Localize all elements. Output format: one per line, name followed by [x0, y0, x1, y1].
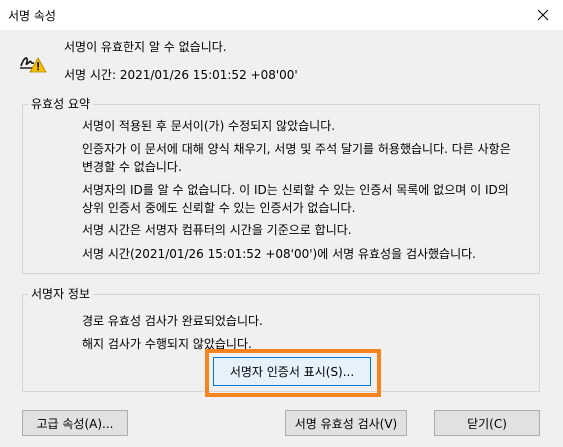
signature-properties-dialog: 서명 속성 서명이 유효한지 알 수 없습니다. 서명 시간: 2021/01/…: [0, 0, 563, 447]
summary-unknown-identity: 서명자의 ID를 알 수 없습니다. 이 ID는 신뢰할 수 있는 인증서 목록…: [82, 183, 509, 215]
signing-time-text: 서명 시간: 2021/01/26 15:01:52 +08'00': [64, 68, 298, 82]
signer-path-validation: 경로 유효성 검사가 완료되었습니다.: [82, 314, 263, 328]
show-signer-certificate-button[interactable]: 서명자 인증서 표시(S)...: [213, 357, 371, 386]
summary-not-modified: 서명이 적용된 후 문서이(가) 수정되지 않았습니다.: [82, 119, 336, 133]
summary-local-time: 서명 시간은 서명자 컴퓨터의 시간을 기준으로 합니다.: [82, 223, 352, 237]
signature-status-text: 서명이 유효한지 알 수 없습니다.: [64, 40, 227, 54]
summary-validated-time: 서명 시간(2021/01/26 15:01:52 +08'00')에 서명 유…: [82, 247, 476, 261]
close-icon[interactable]: [523, 0, 563, 30]
validity-summary-label: 유효성 요약: [28, 95, 94, 112]
title-bar: 서명 속성: [0, 0, 563, 30]
validate-signature-button[interactable]: 서명 유효성 검사(V): [285, 410, 407, 436]
signer-info-label: 서명자 정보: [28, 285, 94, 302]
advanced-properties-button[interactable]: 고급 속성(A)...: [22, 410, 128, 436]
signature-warning-icon: [19, 50, 47, 74]
close-button[interactable]: 닫기(C): [434, 410, 540, 436]
summary-permissions: 인증자가 이 문서에 대해 양식 채우기, 서명 및 주석 달기를 허용했습니다…: [82, 142, 511, 174]
window-title: 서명 속성: [8, 9, 56, 23]
